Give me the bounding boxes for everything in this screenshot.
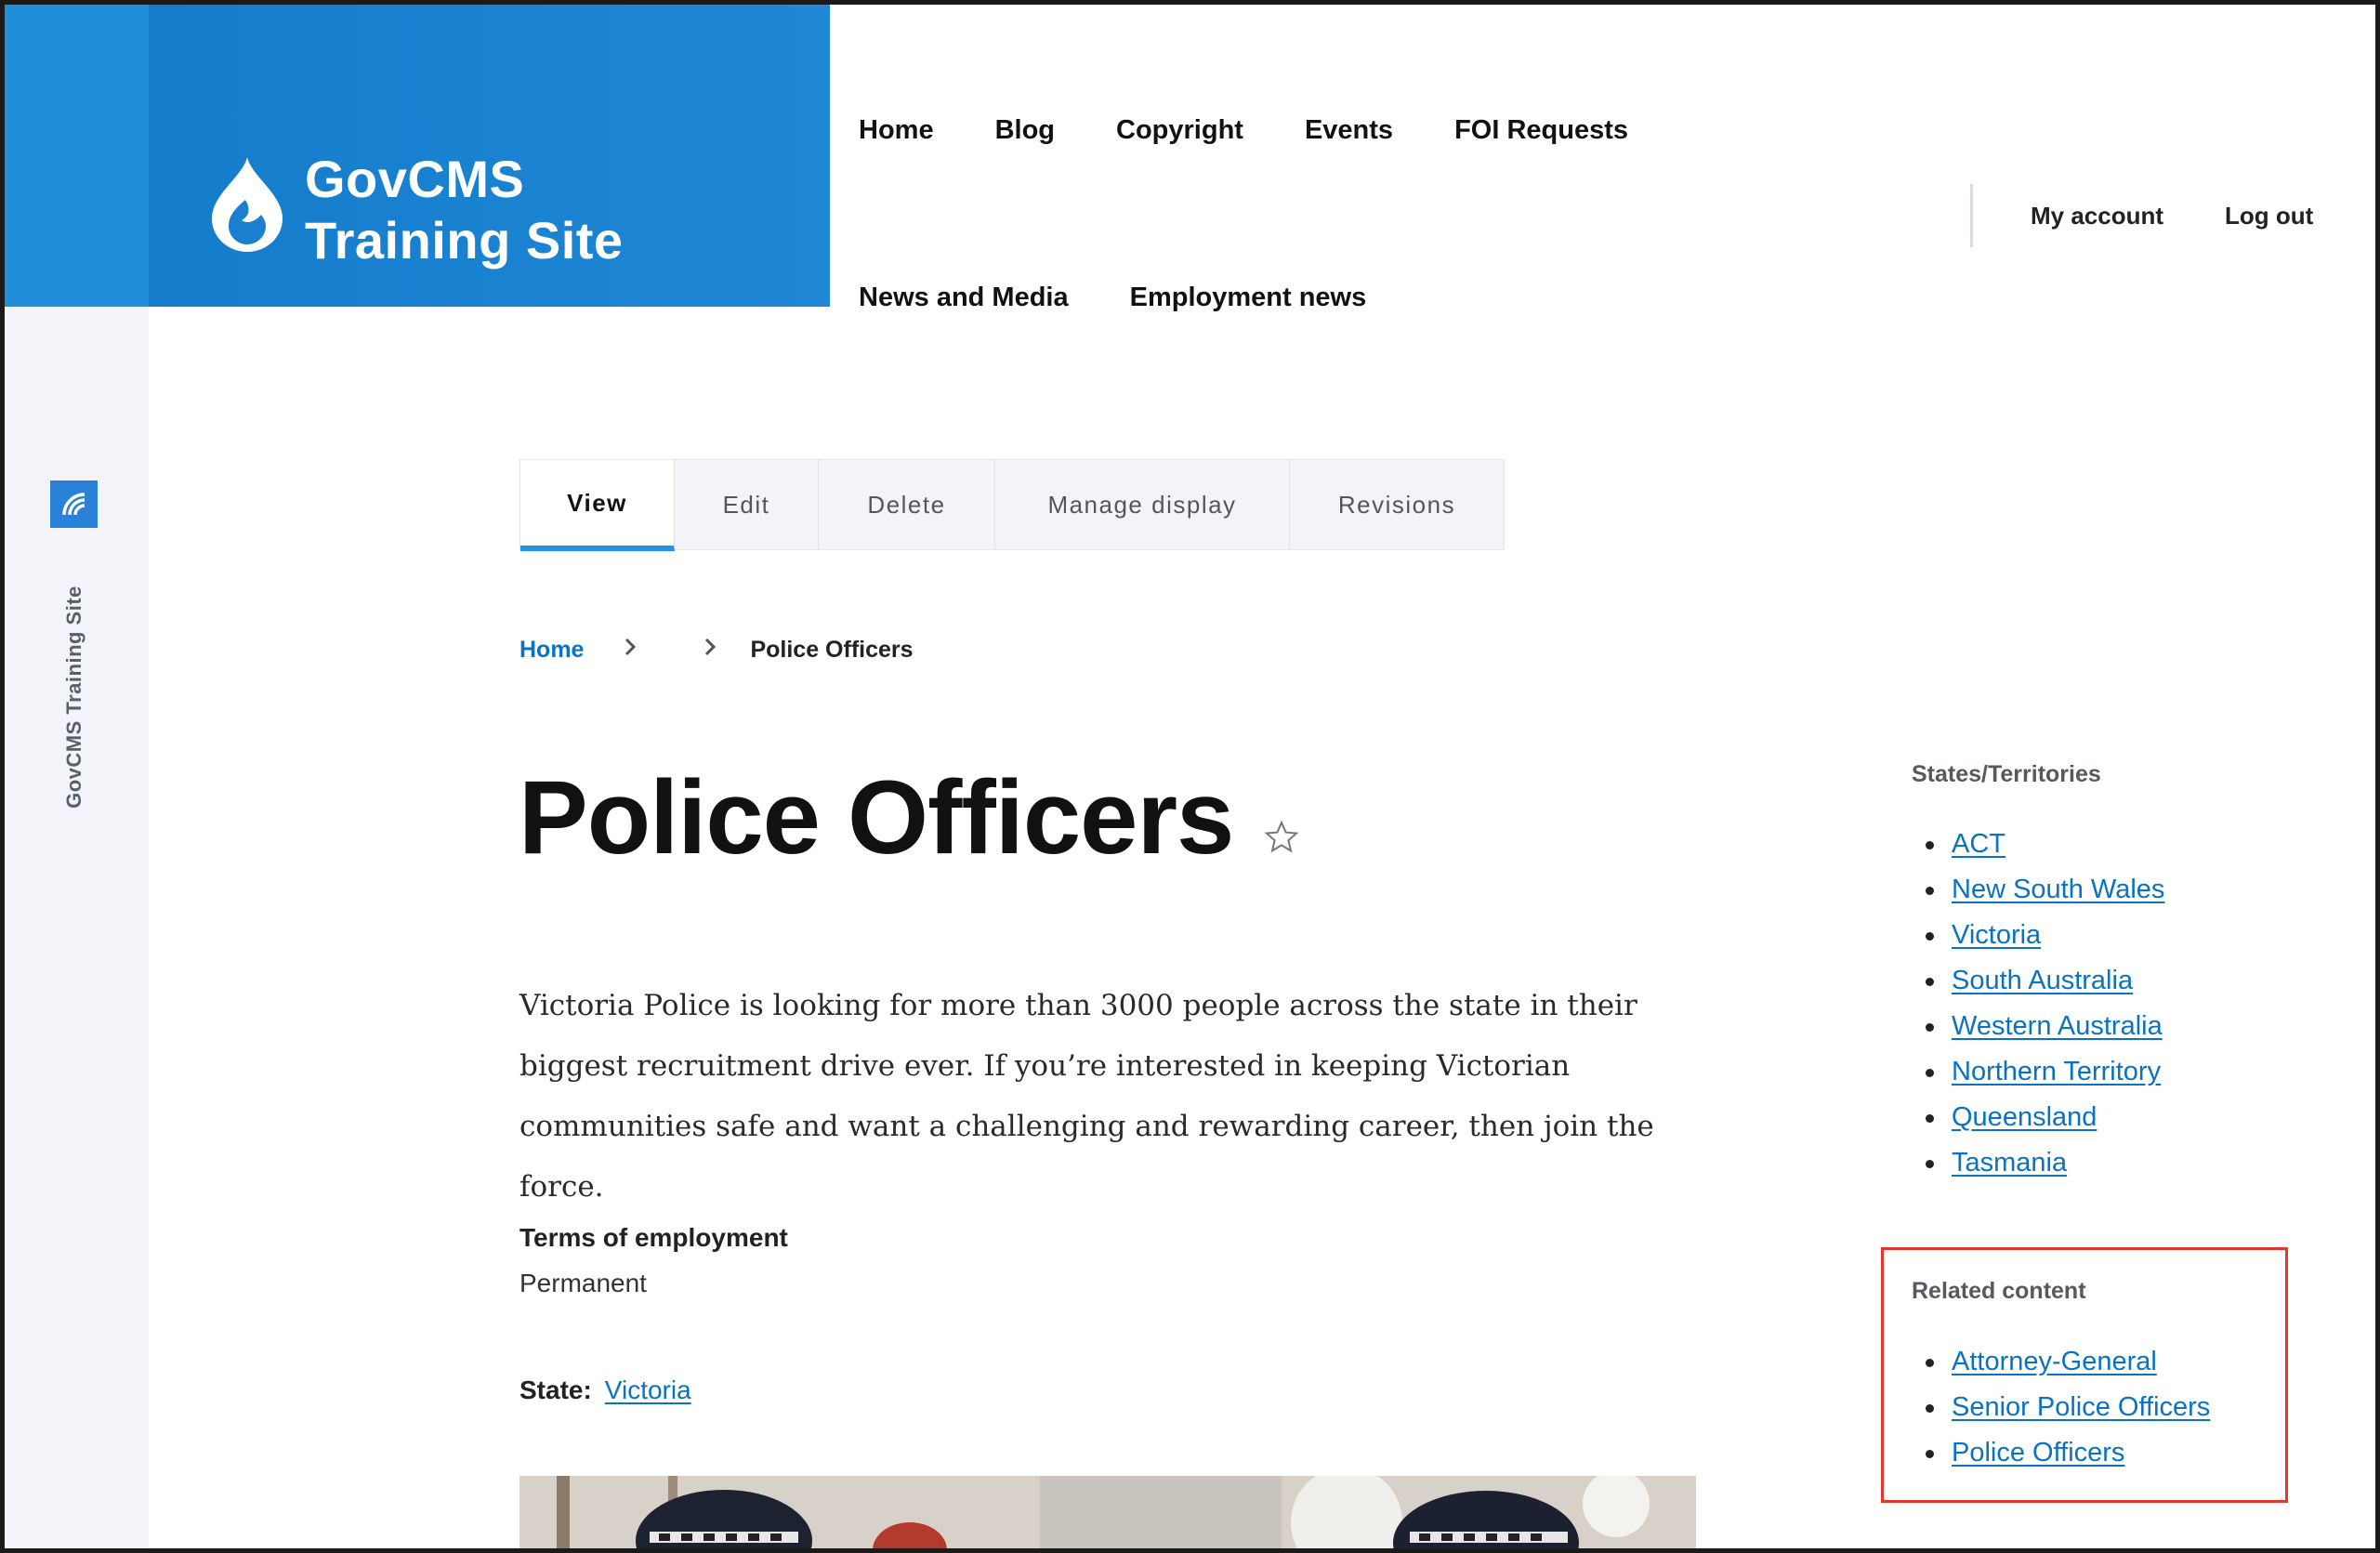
state-link-wa[interactable]: Western Australia [1952, 1011, 2163, 1041]
site-branding[interactable]: GovCMS Training Site [0, 0, 830, 307]
toolbar-home-icon[interactable] [50, 480, 98, 528]
state-link-nt[interactable]: Northern Territory [1952, 1057, 2161, 1086]
list-item: Tasmania [1913, 1144, 2164, 1190]
nav-home[interactable]: Home [859, 112, 934, 149]
related-link-senior-police-officers[interactable]: Senior Police Officers [1952, 1392, 2210, 1422]
state-field: State: Victoria [519, 1375, 691, 1405]
site-name-line1: GovCMS [305, 150, 525, 208]
log-out-link[interactable]: Log out [2225, 202, 2313, 230]
nav-events[interactable]: Events [1305, 112, 1393, 149]
account-nav: My account Log out [1970, 184, 2313, 247]
related-link-attorney-general[interactable]: Attorney-General [1952, 1347, 2157, 1376]
primary-nav-row2: News and Media Employment news [859, 279, 1366, 316]
list-item: Police Officers [1913, 1434, 2210, 1480]
local-tasks-tabs: View Edit Delete Manage display Revision… [519, 459, 1505, 551]
nav-copyright[interactable]: Copyright [1116, 112, 1243, 149]
list-item: ACT [1913, 825, 2164, 871]
site-name-line2: Training Site [305, 211, 624, 270]
site-name[interactable]: GovCMS Training Site [305, 149, 624, 271]
list-item: Victoria [1913, 916, 2164, 962]
star-outline-icon[interactable] [1264, 820, 1299, 855]
tab-edit[interactable]: Edit [675, 460, 819, 549]
tab-revisions[interactable]: Revisions [1290, 460, 1504, 549]
state-link-nsw[interactable]: New South Wales [1952, 875, 2164, 904]
chevron-right-icon [623, 637, 638, 664]
tab-manage-display[interactable]: Manage display [995, 460, 1290, 549]
drupal-drop-icon [212, 157, 283, 252]
list-item: Attorney-General [1913, 1343, 2210, 1388]
nav-news-and-media[interactable]: News and Media [859, 279, 1069, 316]
state-link-qld[interactable]: Queensland [1952, 1102, 2097, 1132]
state-link-sa[interactable]: South Australia [1952, 966, 2133, 995]
related-link-police-officers[interactable]: Police Officers [1952, 1438, 2124, 1467]
nav-blog[interactable]: Blog [995, 112, 1055, 149]
list-item: Western Australia [1913, 1007, 2164, 1053]
state-link-tas[interactable]: Tasmania [1952, 1148, 2067, 1178]
list-item: Northern Territory [1913, 1053, 2164, 1099]
article-image [519, 1476, 1696, 1553]
states-list: ACT New South Wales Victoria South Austr… [1913, 825, 2164, 1190]
related-list: Attorney-General Senior Police Officers … [1913, 1343, 2210, 1480]
state-label: State: [519, 1375, 592, 1404]
breadcrumb: Home Police Officers [519, 637, 914, 664]
chevron-right-icon [703, 637, 717, 664]
state-link-victoria[interactable]: Victoria [605, 1375, 691, 1405]
page-body: Victoria Police is looking for more than… [519, 989, 1654, 1204]
toolbar-site-label[interactable]: GovCMS Training Site [62, 586, 86, 809]
state-link-vic[interactable]: Victoria [1952, 920, 2041, 950]
breadcrumb-home[interactable]: Home [519, 637, 584, 664]
tab-view[interactable]: View [520, 460, 675, 551]
states-block-title: States/Territories [1912, 761, 2101, 787]
list-item: New South Wales [1913, 871, 2164, 916]
tab-delete[interactable]: Delete [819, 460, 995, 549]
breadcrumb-current: Police Officers [750, 637, 914, 663]
terms-of-employment-value: Permanent [519, 1269, 647, 1297]
related-block-title: Related content [1912, 1278, 2086, 1304]
list-item: South Australia [1913, 962, 2164, 1007]
nav-employment-news[interactable]: Employment news [1130, 279, 1367, 316]
nav-foi-requests[interactable]: FOI Requests [1454, 112, 1628, 149]
list-item: Senior Police Officers [1913, 1388, 2210, 1434]
state-link-act[interactable]: ACT [1952, 829, 2005, 859]
list-item: Queensland [1913, 1099, 2164, 1144]
primary-nav-row1: Home Blog Copyright Events FOI Requests [859, 112, 1628, 149]
branding-left-panel [0, 0, 149, 307]
my-account-link[interactable]: My account [2031, 202, 2163, 230]
terms-of-employment-label: Terms of employment [519, 1223, 788, 1252]
page-title: Police Officers [519, 759, 1234, 875]
